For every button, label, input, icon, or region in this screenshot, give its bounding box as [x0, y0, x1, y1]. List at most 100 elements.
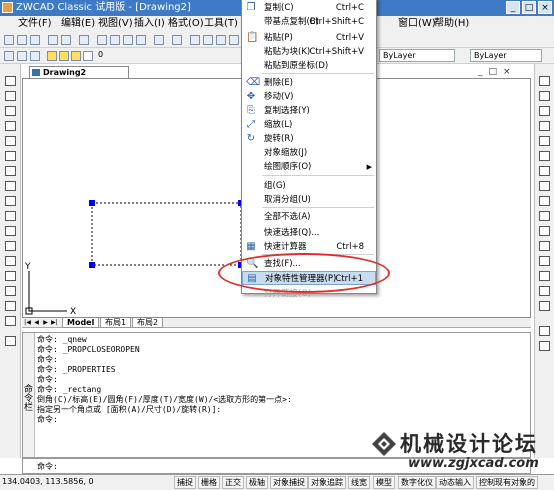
context-menu-item[interactable]: ⌫ 删除(E)	[242, 76, 376, 90]
copy-icon[interactable]	[110, 35, 120, 45]
zoom-window-icon[interactable]	[216, 35, 226, 45]
context-menu-item[interactable]: 取消分组(U)	[242, 193, 376, 207]
status-otrack[interactable]: 对象追踪	[308, 476, 346, 489]
fillet-icon[interactable]	[539, 286, 550, 296]
spline-icon[interactable]	[5, 196, 16, 206]
status-lineweight[interactable]: 线宽	[348, 476, 370, 489]
menu-window[interactable]: 窗口(W)	[398, 16, 436, 32]
zoom-previous-icon[interactable]	[229, 35, 239, 45]
distance-icon[interactable]	[539, 341, 550, 351]
stretch-icon[interactable]	[539, 196, 550, 206]
cut-icon[interactable]	[97, 35, 107, 45]
context-menu-item[interactable]: ✥ 移动(V)	[242, 90, 376, 104]
menu-insert[interactable]: 插入(I)	[134, 16, 165, 32]
status-model[interactable]: 模型	[373, 476, 395, 489]
context-menu-item[interactable]: 全部不选(A)	[242, 210, 376, 224]
context-menu-item[interactable]: ⤢ 缩放(L)	[242, 118, 376, 132]
xline-icon[interactable]	[5, 91, 16, 101]
doc-minimize-button[interactable]: _	[478, 67, 483, 77]
linetype-dropdown[interactable]: ByLayer	[379, 49, 455, 62]
region-icon[interactable]	[5, 301, 16, 311]
context-menu-item[interactable]: 粘贴为块(K) Ctrl+Shift+V	[242, 45, 376, 59]
trim-icon[interactable]	[539, 211, 550, 221]
make-block-icon[interactable]	[5, 256, 16, 266]
properties-tool-icon[interactable]	[539, 326, 550, 336]
context-menu-item[interactable]: 快速选择(Q)...	[242, 226, 376, 240]
ellipse-arc-icon[interactable]	[5, 226, 16, 236]
nav-next-button[interactable]: ▶	[42, 319, 49, 327]
lineweight-dropdown[interactable]: ByLayer	[470, 49, 542, 62]
mtext-icon[interactable]	[5, 336, 16, 346]
break-icon[interactable]	[539, 241, 550, 251]
chamfer-icon[interactable]	[539, 271, 550, 281]
context-menu-item[interactable]: 🔍 查找(F)...	[242, 257, 376, 271]
tab-layout1[interactable]: 布局1	[100, 318, 132, 328]
context-menu-item[interactable]: 绘图顺序(O) ▶	[242, 160, 376, 174]
context-menu-item[interactable]: 带基点复制(B) Ctrl+Shift+C	[242, 15, 376, 29]
status-tablet[interactable]: 数字化仪	[398, 476, 436, 489]
preview-icon[interactable]	[61, 35, 71, 45]
menu-view[interactable]: 视图(V)	[98, 16, 133, 32]
polygon-icon[interactable]	[5, 121, 16, 131]
move-tool-icon[interactable]	[539, 151, 550, 161]
grip-top-left[interactable]	[89, 200, 95, 206]
layer-manager-icon[interactable]	[4, 51, 14, 61]
context-menu-item[interactable]: ❐ 复制(C) Ctrl+C	[242, 1, 376, 15]
context-menu-item[interactable]: ▦ 快速计算器 Ctrl+8	[242, 240, 376, 254]
doc-close-button[interactable]: ×	[503, 67, 511, 77]
line-icon[interactable]	[5, 76, 16, 86]
close-button[interactable]: ×	[538, 1, 552, 14]
undo-icon[interactable]	[154, 35, 164, 45]
new-icon[interactable]	[4, 35, 14, 45]
context-menu-item[interactable]: ▤ 对象特性管理器(P) Ctrl+1	[242, 271, 376, 285]
print-icon[interactable]	[48, 35, 58, 45]
spell-icon[interactable]	[79, 35, 89, 45]
menu-file[interactable]: 文件(F)	[18, 16, 52, 32]
menu-edit[interactable]: 编辑(E)	[61, 16, 95, 32]
hatch-icon[interactable]	[5, 286, 16, 296]
status-ortho[interactable]: 正交	[222, 476, 244, 489]
layer-on-icon[interactable]	[47, 51, 57, 61]
ellipse-icon[interactable]	[5, 211, 16, 221]
menu-help[interactable]: 帮助(H)	[434, 16, 469, 32]
context-menu-item[interactable]: 组(G)	[242, 179, 376, 193]
context-menu-item[interactable]: 📋 粘贴(P) Ctrl+V	[242, 31, 376, 45]
tab-layout2[interactable]: 布局2	[132, 318, 164, 328]
doc-maximize-button[interactable]: □	[489, 67, 498, 77]
status-polar[interactable]: 极轴	[246, 476, 268, 489]
redo-icon[interactable]	[172, 35, 182, 45]
context-menu-item[interactable]: ↻ 旋转(R)	[242, 132, 376, 146]
arc-icon[interactable]	[5, 151, 16, 161]
context-menu-item[interactable]: 粘贴到原坐标(D)	[242, 59, 376, 73]
layer-color-icon[interactable]	[83, 51, 93, 61]
zoom-icon[interactable]	[203, 35, 213, 45]
match-properties-icon[interactable]	[136, 35, 146, 45]
point-icon[interactable]	[5, 271, 16, 281]
layer-dropdown[interactable]: 0	[95, 49, 125, 62]
offset-icon[interactable]	[539, 121, 550, 131]
array-icon[interactable]	[539, 136, 550, 146]
join-icon[interactable]	[539, 256, 550, 266]
extend-icon[interactable]	[539, 226, 550, 236]
status-dynamic-input[interactable]: 动态输入	[436, 476, 474, 489]
open-icon[interactable]	[17, 35, 27, 45]
nav-first-button[interactable]: |◀	[24, 319, 31, 327]
scale-tool-icon[interactable]	[539, 181, 550, 191]
selected-rectangle[interactable]	[91, 202, 242, 266]
mirror-icon[interactable]	[539, 106, 550, 116]
menu-tools[interactable]: 工具(T)	[204, 16, 238, 32]
menu-format[interactable]: 格式(O)	[168, 16, 204, 32]
copy-object-icon[interactable]	[539, 91, 550, 101]
status-osnap[interactable]: 对象捕捉	[270, 476, 308, 489]
save-icon[interactable]	[30, 35, 40, 45]
status-snap[interactable]: 捕捉	[174, 476, 196, 489]
document-tab[interactable]: Drawing2	[29, 66, 129, 78]
nav-prev-button[interactable]: ◀	[33, 319, 40, 327]
revcloud-icon[interactable]	[5, 181, 16, 191]
layer-previous-icon[interactable]	[30, 51, 40, 61]
context-menu-item[interactable]: 对象缩放(J)	[242, 146, 376, 160]
rectangle-icon[interactable]	[5, 136, 16, 146]
circle-icon[interactable]	[5, 166, 16, 176]
nav-last-button[interactable]: ▶|	[51, 319, 58, 327]
grip-bottom-left[interactable]	[89, 262, 95, 268]
